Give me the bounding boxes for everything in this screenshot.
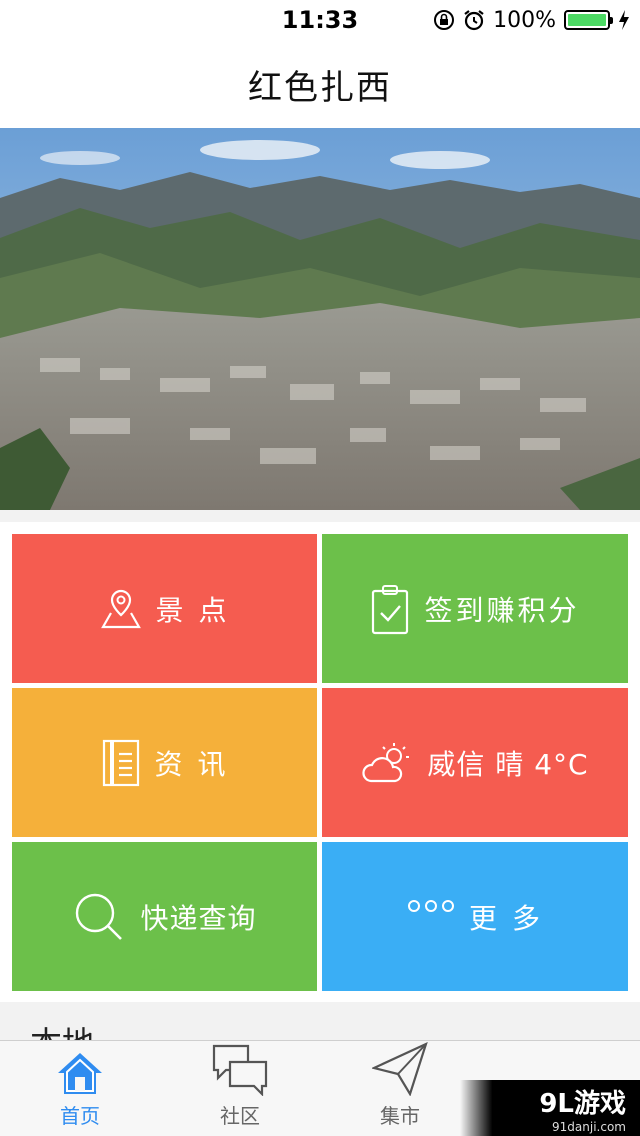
tile-label: 资 讯 (154, 747, 229, 781)
partly-cloudy-icon (362, 742, 410, 782)
alarm-icon (464, 10, 484, 31)
tile-checkin-points[interactable]: 签到赚积分 (322, 534, 628, 683)
map-pin-icon (100, 589, 141, 628)
tab-market[interactable]: 集市 (320, 1041, 480, 1136)
paper-plane-icon (372, 1042, 428, 1096)
status-bar: 11:33 100% (0, 0, 640, 40)
home-icon (58, 1053, 102, 1094)
tile-label: 快递查询 (140, 901, 257, 935)
watermark: 9L游戏 91danji.com (460, 1080, 640, 1136)
battery-level-fill (568, 14, 606, 26)
rotation-lock-icon (434, 10, 455, 30)
tab-label: 集市 (380, 1104, 420, 1128)
watermark-url: 91danji.com (552, 1119, 626, 1134)
tab-label: 社区 (220, 1104, 260, 1128)
clipboard-check-icon (372, 584, 409, 634)
more-dots-icon (408, 899, 455, 912)
tile-label: 威信 晴 4°C (427, 747, 589, 781)
watermark-logo-text: 9L游戏 (539, 1088, 626, 1119)
tile-more[interactable]: 更 多 (322, 842, 628, 991)
tile-express-tracking[interactable]: 快递查询 (12, 842, 317, 991)
tile-label: 更 多 (469, 901, 543, 935)
tile-scenic-spots[interactable]: 景 点 (12, 534, 317, 683)
page-title: 红色扎西 (248, 67, 392, 108)
search-icon (76, 893, 123, 940)
app-screen: 11:33 100% 红色扎西 景 点 签到赚积分 资 讯 威信 晴 4°C 快… (0, 0, 640, 1136)
battery-percent: 100% (493, 7, 556, 33)
tab-label: 首页 (60, 1104, 100, 1128)
function-grid: 景 点 签到赚积分 资 讯 威信 晴 4°C 快递查询 更 多 (0, 522, 640, 1002)
tab-community[interactable]: 社区 (160, 1041, 320, 1136)
tile-news[interactable]: 资 讯 (12, 688, 317, 837)
tile-weather[interactable]: 威信 晴 4°C (322, 688, 628, 837)
banner-image[interactable] (0, 128, 640, 510)
battery-icon (564, 10, 613, 30)
charging-bolt-icon (619, 10, 629, 30)
tile-label: 景 点 (155, 593, 230, 627)
document-icon (102, 739, 139, 786)
banner-landscape-photo (0, 128, 640, 510)
navigation-bar: 红色扎西 (0, 40, 640, 128)
status-indicators: 100% (433, 6, 630, 34)
chat-bubbles-icon (212, 1044, 268, 1096)
tile-label: 签到赚积分 (424, 593, 580, 627)
tab-home[interactable]: 首页 (0, 1041, 160, 1136)
